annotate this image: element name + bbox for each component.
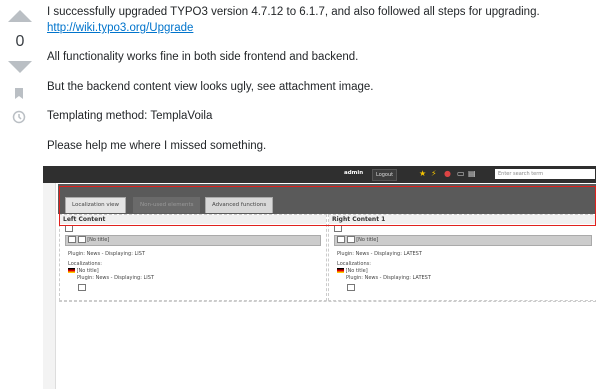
left-localizations-label: Localizations: (68, 261, 102, 267)
logout-button[interactable]: Logout (372, 169, 398, 181)
content-bottom-divider (59, 301, 596, 302)
bookmark-icon[interactable] (15, 88, 23, 99)
new-content-icon[interactable] (65, 225, 73, 232)
docs-icon[interactable]: ▤ (468, 170, 476, 178)
cache-icon[interactable]: ▭ (457, 170, 465, 178)
left-loc-title: [No title] (76, 268, 99, 274)
right-loc-plugin: Plugin: News - Displaying: LATEST (346, 275, 431, 281)
right-localizations-label: Localizations: (337, 261, 371, 267)
element-type-icon (337, 236, 345, 243)
left-plugin-text: Plugin: News - Displaying: LIST (68, 251, 145, 257)
red-highlight-box (59, 186, 596, 226)
left-loc-plugin: Plugin: News - Displaying: LIST (77, 275, 154, 281)
backend-left-strip (43, 183, 56, 389)
post-line-4: Templating method: TemplaVoila (47, 110, 213, 122)
right-plugin-text: Plugin: News - Displaying: LATEST (337, 251, 422, 257)
german-flag-icon (68, 268, 75, 273)
flash-icon[interactable]: ⚡ (431, 170, 437, 178)
left-element-body: Plugin: News - Displaying: LIST Localiza… (68, 251, 154, 282)
upgrade-link[interactable]: http://wiki.typo3.org/Upgrade (47, 22, 193, 34)
post-line-1: I successfully upgraded TYPO3 version 4.… (47, 6, 540, 18)
new-content-icon[interactable] (334, 225, 342, 232)
left-element-title: [No title] (87, 237, 110, 243)
right-element-title: [No title] (356, 237, 379, 243)
element-edit-icon[interactable] (346, 236, 355, 243)
folder-icon[interactable] (347, 284, 355, 291)
right-loc-title: [No title] (345, 268, 368, 274)
right-element-header: [No title] (334, 235, 592, 246)
left-content-column: Left Content [No title] Plugin: News - D… (59, 214, 327, 301)
downvote-icon[interactable] (8, 61, 32, 73)
right-content-column: Right Content 1 [No title] Plugin: News … (328, 214, 596, 301)
post-line-5: Please help me where I missed something. (47, 140, 267, 152)
right-element-body: Plugin: News - Displaying: LATEST Locali… (337, 251, 431, 282)
attached-screenshot: admin Logout ★ ⚡ ● ▭ ▤ Enter search term… (43, 166, 596, 389)
upvote-icon[interactable] (8, 10, 32, 22)
workspace-icon[interactable]: ● (444, 170, 451, 178)
star-icon[interactable]: ★ (419, 170, 426, 178)
element-type-icon (68, 236, 76, 243)
backend-user[interactable]: admin (344, 170, 363, 176)
vote-score: 0 (15, 33, 25, 50)
history-icon[interactable] (12, 110, 26, 124)
element-edit-icon[interactable] (77, 236, 86, 243)
post-line-3: But the backend content view looks ugly,… (47, 81, 374, 93)
german-flag-icon (337, 268, 344, 273)
backend-search-input[interactable]: Enter search term (495, 169, 595, 179)
folder-icon[interactable] (78, 284, 86, 291)
left-element-header: [No title] (65, 235, 321, 246)
backend-topbar: admin Logout ★ ⚡ ● ▭ ▤ Enter search term (43, 166, 596, 183)
post-line-2: All functionality works fine in both sid… (47, 51, 359, 63)
